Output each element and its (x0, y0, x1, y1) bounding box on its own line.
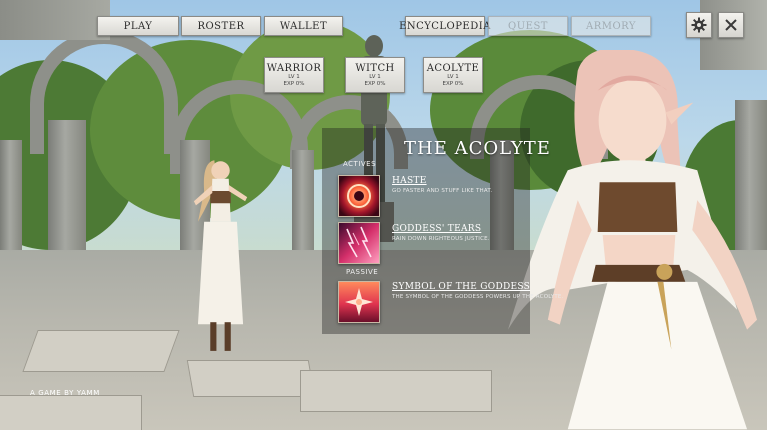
skill-description: Go faster and stuff like that. (392, 188, 493, 194)
skill-name: Haste (392, 176, 427, 186)
haste-skill-icon[interactable] (338, 175, 380, 217)
skill-name: Symbol of the Goddess (392, 282, 531, 292)
broken-wall (0, 0, 110, 40)
class-card-warrior[interactable]: Warrior LV 1 EXP 0% (264, 57, 324, 93)
play-button[interactable]: Play (97, 16, 179, 36)
acolyte-character-model (193, 160, 248, 351)
skill-description: Rain down righteous justice. (392, 236, 490, 242)
gear-icon (691, 17, 707, 33)
class-card-acolyte[interactable]: Acolyte LV 1 EXP 0% (423, 57, 483, 93)
skill-name: Goddess' Tears (392, 224, 482, 234)
game-credit: A Game by YAMM (30, 389, 100, 397)
class-name: Acolyte (426, 62, 480, 74)
actives-label: Actives (343, 160, 377, 168)
settings-button[interactable] (686, 12, 712, 38)
close-button[interactable] (718, 12, 744, 38)
passive-label: Passive (346, 268, 379, 276)
quest-button[interactable]: Quest (488, 16, 568, 36)
class-exp: EXP 0% (364, 80, 386, 87)
class-level: LV 1 (447, 73, 459, 80)
class-name: Warrior (266, 62, 322, 74)
skill-description: The symbol of the goddess powers up the … (392, 294, 564, 300)
class-name: Witch (355, 62, 395, 74)
flagstone (22, 330, 180, 372)
class-exp: EXP 0% (442, 80, 464, 87)
class-card-witch[interactable]: Witch LV 1 EXP 0% (345, 57, 405, 93)
goddess-tears-skill-icon[interactable] (338, 222, 380, 264)
acolyte-portrait (508, 50, 758, 430)
wallet-button[interactable]: Wallet (264, 16, 343, 36)
roster-button[interactable]: Roster (181, 16, 261, 36)
symbol-of-the-goddess-skill-icon[interactable] (338, 281, 380, 323)
class-exp: EXP 0% (283, 80, 305, 87)
armory-button[interactable]: Armory (571, 16, 651, 36)
flagstone (300, 370, 492, 412)
class-title: The Acolyte (404, 138, 551, 159)
class-level: LV 1 (288, 73, 300, 80)
flagstone (186, 360, 316, 397)
flagstone (0, 395, 142, 430)
encyclopedia-button[interactable]: Encyclopedia (399, 16, 490, 36)
class-level: LV 1 (369, 73, 381, 80)
close-icon (725, 19, 737, 31)
